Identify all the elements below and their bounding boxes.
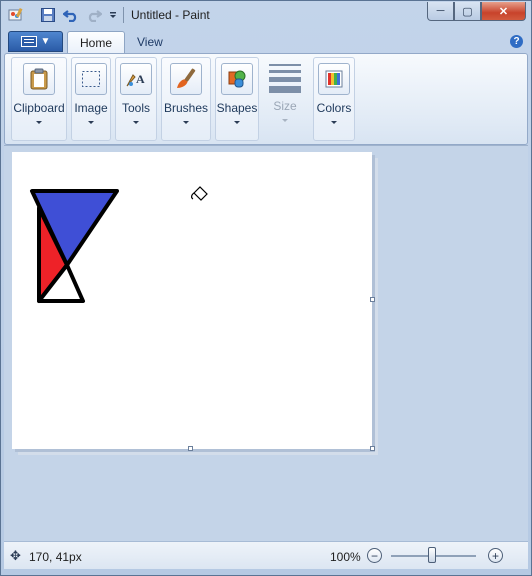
zoom-slider-thumb[interactable] <box>428 547 436 563</box>
ribbon-tabs: ▼ Home View ? <box>1 29 531 53</box>
undo-icon[interactable] <box>63 7 79 23</box>
redo-icon[interactable] <box>86 7 102 23</box>
size-icon <box>269 64 301 93</box>
chevron-down-icon <box>234 121 240 124</box>
group-label: Clipboard <box>13 101 65 115</box>
group-size: Size <box>263 57 307 141</box>
cursor-coordinates: 170, 41px <box>29 550 82 564</box>
title-bar: Untitled - Paint ─ ▢ ✕ <box>1 1 531 29</box>
resize-handle-right[interactable] <box>370 297 375 302</box>
svg-text:A: A <box>136 72 145 86</box>
status-bar: ✥ 170, 41px 100% − + <box>4 541 528 569</box>
resize-handle-corner[interactable] <box>370 446 375 451</box>
group-shapes[interactable]: Shapes <box>215 57 259 141</box>
brush-icon <box>170 63 202 95</box>
tab-home[interactable]: Home <box>67 31 126 53</box>
chevron-down-icon <box>282 119 288 122</box>
zoom-in-button[interactable]: + <box>488 548 503 563</box>
chevron-down-icon <box>133 121 139 124</box>
window-title: Untitled - Paint <box>131 8 210 22</box>
group-label: Brushes <box>163 101 209 115</box>
chevron-down-icon <box>88 121 94 124</box>
resize-handle-bottom[interactable] <box>188 446 193 451</box>
group-label: Image <box>74 101 108 115</box>
save-icon[interactable] <box>40 7 56 23</box>
group-label: Tools <box>121 101 150 115</box>
clipboard-icon <box>23 63 55 95</box>
close-button[interactable]: ✕ <box>481 2 526 21</box>
maximize-button[interactable]: ▢ <box>454 2 481 21</box>
group-label: Size <box>273 99 297 113</box>
canvas-workspace <box>4 145 528 541</box>
minimize-button[interactable]: ─ <box>427 2 454 21</box>
chevron-down-icon: ▼ <box>40 36 51 47</box>
paint-menu-button[interactable]: ▼ <box>8 31 63 52</box>
group-brushes[interactable]: Brushes <box>161 57 211 141</box>
paint-app-icon[interactable] <box>8 7 24 23</box>
zoom-out-button[interactable]: − <box>367 548 382 563</box>
chevron-down-icon <box>331 121 337 124</box>
select-icon <box>75 63 107 95</box>
group-label: Shapes <box>216 101 258 115</box>
chevron-down-icon <box>183 121 189 124</box>
help-icon[interactable]: ? <box>510 35 523 48</box>
document-icon <box>20 36 37 47</box>
cursor-position-icon: ✥ <box>10 548 21 563</box>
customize-dropdown-icon[interactable] <box>105 7 121 23</box>
fill-bucket-cursor-icon <box>191 186 208 201</box>
colors-icon <box>318 63 350 95</box>
chevron-down-icon <box>36 121 42 124</box>
tools-icon: A <box>120 63 152 95</box>
group-clipboard[interactable]: Clipboard <box>11 57 67 141</box>
ribbon-home: Clipboard Image A Tools Brushes Shapes S… <box>4 53 528 145</box>
group-colors[interactable]: Colors <box>313 57 355 141</box>
quick-access-separator <box>123 7 124 23</box>
group-tools[interactable]: A Tools <box>115 57 157 141</box>
zoom-level: 100% <box>330 550 361 564</box>
group-label: Colors <box>316 101 352 115</box>
shapes-icon <box>221 63 253 95</box>
tab-view[interactable]: View <box>125 31 175 53</box>
drawing-canvas[interactable] <box>12 152 372 449</box>
paint-window: Untitled - Paint ─ ▢ ✕ ▼ Home View ? Cli… <box>0 0 532 576</box>
group-image[interactable]: Image <box>71 57 111 141</box>
